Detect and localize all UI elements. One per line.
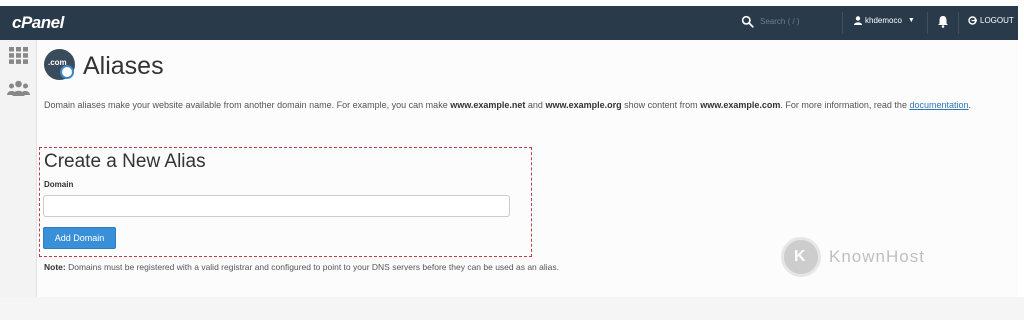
username-label: khdemoco	[865, 16, 902, 25]
page-description: Domain aliases make your website availab…	[44, 98, 1009, 112]
globe-icon	[60, 65, 74, 79]
watermark-text: KnownHost	[829, 247, 925, 266]
note-body: Domains must be registered with a valid …	[65, 262, 559, 272]
search-icon[interactable]	[741, 15, 754, 28]
users-icon[interactable]	[7, 80, 30, 97]
description-text: . For more information, read the	[780, 100, 910, 110]
knownhost-watermark: K KnownHost	[781, 237, 925, 277]
logout-button[interactable]: LOGOUT	[968, 16, 1014, 25]
description-text: .	[968, 100, 972, 110]
cpanel-window: cPanel khdemoco ▼	[0, 0, 1024, 320]
bell-icon[interactable]	[937, 15, 949, 28]
example-com-text: www.example.com	[700, 100, 781, 110]
navbar-divider	[927, 12, 928, 34]
chevron-down-icon: ▼	[907, 17, 915, 24]
top-navbar: cPanel khdemoco ▼	[0, 6, 1018, 40]
description-text: Domain aliases make your website availab…	[44, 100, 451, 110]
left-sidebar	[0, 40, 37, 297]
example-net-text: www.example.net	[450, 100, 526, 110]
add-domain-button[interactable]: Add Domain	[43, 227, 116, 249]
cpanel-logo[interactable]: cPanel	[12, 13, 64, 33]
logout-label: LOGOUT	[980, 16, 1014, 25]
page-title: Aliases	[83, 52, 164, 80]
domain-label: Domain	[44, 180, 74, 189]
user-icon	[854, 16, 862, 25]
section-title: Create a New Alias	[44, 151, 206, 172]
user-menu[interactable]: khdemoco ▼	[854, 16, 915, 25]
note-label: Note:	[44, 262, 66, 272]
description-text: and	[525, 100, 546, 110]
logout-icon	[968, 16, 977, 25]
navbar-divider	[842, 12, 843, 34]
search-bar	[741, 15, 850, 28]
page-bottom-strip	[0, 297, 1024, 320]
search-input[interactable]	[760, 17, 850, 26]
domain-input[interactable]	[43, 195, 510, 217]
description-text: show content from	[621, 100, 701, 110]
knownhost-logo-icon: K	[781, 237, 821, 277]
domain-com-icon: .com	[44, 49, 75, 80]
example-org-text: www.example.org	[545, 100, 622, 110]
documentation-link[interactable]: documentation	[909, 100, 968, 110]
apps-grid-icon[interactable]	[9, 47, 28, 64]
note-text: Note: Domains must be registered with a …	[44, 262, 559, 272]
main-content: .com Aliases Domain aliases make your we…	[37, 40, 1018, 297]
navbar-divider	[958, 12, 959, 34]
